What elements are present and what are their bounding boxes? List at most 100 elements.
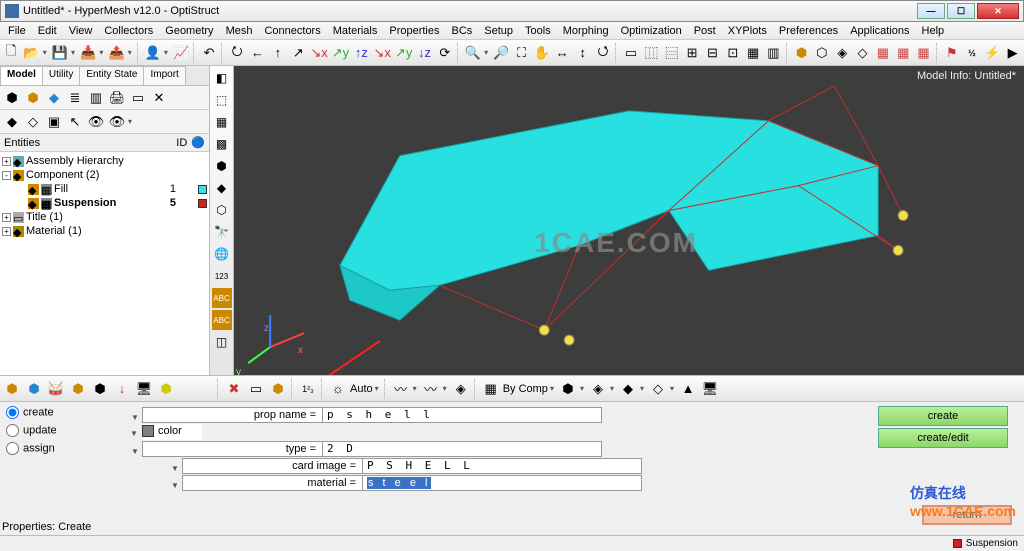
label-cardimage[interactable]: card image = xyxy=(182,458,362,474)
bt-curve2-icon[interactable]: 〰 xyxy=(421,379,441,399)
menu-optimization[interactable]: Optimization xyxy=(615,25,688,37)
model-tree[interactable]: +◆ Assembly Hierarchy -◆ Component (2) ◆… xyxy=(0,152,209,375)
curve-icon[interactable]: 📈 xyxy=(172,43,190,63)
bt-delete-icon[interactable]: ✖ xyxy=(224,379,244,399)
value-material[interactable]: s t e e l xyxy=(362,475,642,491)
st-x-icon[interactable]: ✕ xyxy=(149,88,169,108)
menu-post[interactable]: Post xyxy=(688,25,722,37)
bolt-icon[interactable]: ⚡ xyxy=(983,43,1001,63)
vt-last-icon[interactable]: ◫ xyxy=(212,332,232,352)
window8-icon[interactable]: ▥ xyxy=(764,43,782,63)
play-icon[interactable]: ▶ xyxy=(1004,43,1022,63)
window4-icon[interactable]: ⊞ xyxy=(683,43,701,63)
vt-abc2-icon[interactable]: ABC xyxy=(212,310,232,330)
bt-cb3-icon[interactable]: ◆ xyxy=(618,379,638,399)
axis-ny-icon[interactable]: ↗y xyxy=(394,43,413,63)
menu-tools[interactable]: Tools xyxy=(519,25,557,37)
new-icon[interactable]: 🗋 xyxy=(2,43,20,63)
st2-eyes-icon[interactable]: 👁 xyxy=(107,112,127,132)
menu-preferences[interactable]: Preferences xyxy=(773,25,844,37)
bt-drum-icon[interactable]: 🥁 xyxy=(46,379,66,399)
window2-icon[interactable]: ⿲ xyxy=(642,43,660,63)
axis-z-icon[interactable]: ↑z xyxy=(352,43,370,63)
num-icon[interactable]: ½ xyxy=(963,43,981,63)
bt-curve1-icon[interactable]: 〰 xyxy=(391,379,411,399)
window5-icon[interactable]: ⊟ xyxy=(703,43,721,63)
vt-2-icon[interactable]: ⬚ xyxy=(212,90,232,110)
tree-suspension[interactable]: ◆▦ Suspension 5 xyxy=(2,196,207,210)
st-layers-icon[interactable]: ≣ xyxy=(65,88,85,108)
window1-icon[interactable]: ▭ xyxy=(622,43,640,63)
axis-x-icon[interactable]: ↘x xyxy=(309,43,328,63)
axis-y-icon[interactable]: ↗y xyxy=(331,43,350,63)
label-color[interactable]: color xyxy=(142,424,202,440)
vt-7-icon[interactable]: ⬡ xyxy=(212,200,232,220)
st-cubes-icon[interactable]: ⬢ xyxy=(23,88,43,108)
import-icon[interactable]: 📥 xyxy=(79,43,97,63)
label-material[interactable]: material = xyxy=(182,475,362,491)
vt-1-icon[interactable]: ◧ xyxy=(212,68,232,88)
viewport[interactable]: ◧ ⬚ ▦ ▩ ⬢ ◆ ⬡ 🔭 🌐 123 ABC ABC ◫ Model In… xyxy=(210,66,1024,375)
menu-setup[interactable]: Setup xyxy=(478,25,519,37)
undo-icon[interactable]: ↶ xyxy=(200,43,218,63)
st-card-icon[interactable]: ▭ xyxy=(128,88,148,108)
pan-icon[interactable]: ✋ xyxy=(533,43,551,63)
export-icon[interactable]: 📤 xyxy=(107,43,125,63)
tab-import[interactable]: Import xyxy=(143,66,185,85)
tree-title[interactable]: +▭ Title (1) xyxy=(2,210,207,224)
vt-6-icon[interactable]: ◆ xyxy=(212,178,232,198)
vt-binoculars-icon[interactable]: 🔭 xyxy=(212,222,232,242)
axis-nx-icon[interactable]: ↘x xyxy=(373,43,392,63)
menu-connectors[interactable]: Connectors xyxy=(258,25,326,37)
tab-entity-state[interactable]: Entity State xyxy=(79,66,144,85)
input-propname[interactable]: p s h e l l xyxy=(322,407,602,423)
bt-cube1-icon[interactable]: ⬢ xyxy=(2,379,22,399)
st-print-icon[interactable]: 🖨 xyxy=(107,88,127,108)
open-icon[interactable]: 📂 xyxy=(22,43,40,63)
bt-cube3-icon[interactable]: ⬢ xyxy=(68,379,88,399)
bt-diamond-icon[interactable]: ◈ xyxy=(451,379,471,399)
menu-mesh[interactable]: Mesh xyxy=(220,25,259,37)
bt-up-icon[interactable]: 🖥 xyxy=(134,379,154,399)
vt-4-icon[interactable]: ▩ xyxy=(212,134,232,154)
rotate3d-icon[interactable]: ⭯ xyxy=(594,43,612,63)
rotate-icon[interactable]: ⭮ xyxy=(228,43,246,63)
radio-assign[interactable]: assign xyxy=(6,442,134,460)
minimize-button[interactable]: — xyxy=(917,3,945,19)
arrow-ne-icon[interactable]: ↗ xyxy=(289,43,307,63)
bt-card-icon[interactable]: ▭ xyxy=(246,379,266,399)
bt-num-icon[interactable]: 1²₃ xyxy=(298,379,318,399)
bt-cb1-icon[interactable]: ⬢ xyxy=(558,379,578,399)
create-button[interactable]: create xyxy=(878,406,1008,426)
cube3-icon[interactable]: ◈ xyxy=(833,43,851,63)
flag-icon[interactable]: ⚑ xyxy=(942,43,960,63)
st-cube-icon[interactable]: ⬢ xyxy=(2,88,22,108)
menu-help[interactable]: Help xyxy=(916,25,951,37)
menu-edit[interactable]: Edit xyxy=(32,25,63,37)
label-type[interactable]: type = xyxy=(142,441,322,457)
bt-cube2-icon[interactable]: ⬢ xyxy=(24,379,44,399)
tab-model[interactable]: Model xyxy=(0,66,43,85)
radio-update[interactable]: update xyxy=(6,424,134,442)
axis-nz-icon[interactable]: ↓z xyxy=(415,43,433,63)
st2-eye-icon[interactable]: 👁 xyxy=(86,112,106,132)
st2-cursor-icon[interactable]: ↖ xyxy=(65,112,85,132)
zoom-fit-icon[interactable]: ⛶ xyxy=(512,43,530,63)
grid1-icon[interactable]: ▦ xyxy=(874,43,892,63)
maximize-button[interactable]: ☐ xyxy=(947,3,975,19)
st-sheet-icon[interactable]: ▥ xyxy=(86,88,106,108)
save-icon[interactable]: 💾 xyxy=(51,43,69,63)
st2-b-icon[interactable]: ◇ xyxy=(23,112,43,132)
bt-mon-icon[interactable]: 🖥 xyxy=(700,379,720,399)
user-icon[interactable]: 👤 xyxy=(144,43,162,63)
window7-icon[interactable]: ▦ xyxy=(744,43,762,63)
tree-component[interactable]: -◆ Component (2) xyxy=(2,168,207,182)
vt-3-icon[interactable]: ▦ xyxy=(212,112,232,132)
cube1-icon[interactable]: ⬢ xyxy=(792,43,810,63)
arrow-up-icon[interactable]: ↑ xyxy=(269,43,287,63)
close-button[interactable]: ✕ xyxy=(977,3,1019,19)
window6-icon[interactable]: ⊡ xyxy=(724,43,742,63)
bt-yellow-icon[interactable]: ⬢ xyxy=(156,379,176,399)
menu-geometry[interactable]: Geometry xyxy=(159,25,219,37)
zoom-in-icon[interactable]: 🔍 xyxy=(464,43,482,63)
